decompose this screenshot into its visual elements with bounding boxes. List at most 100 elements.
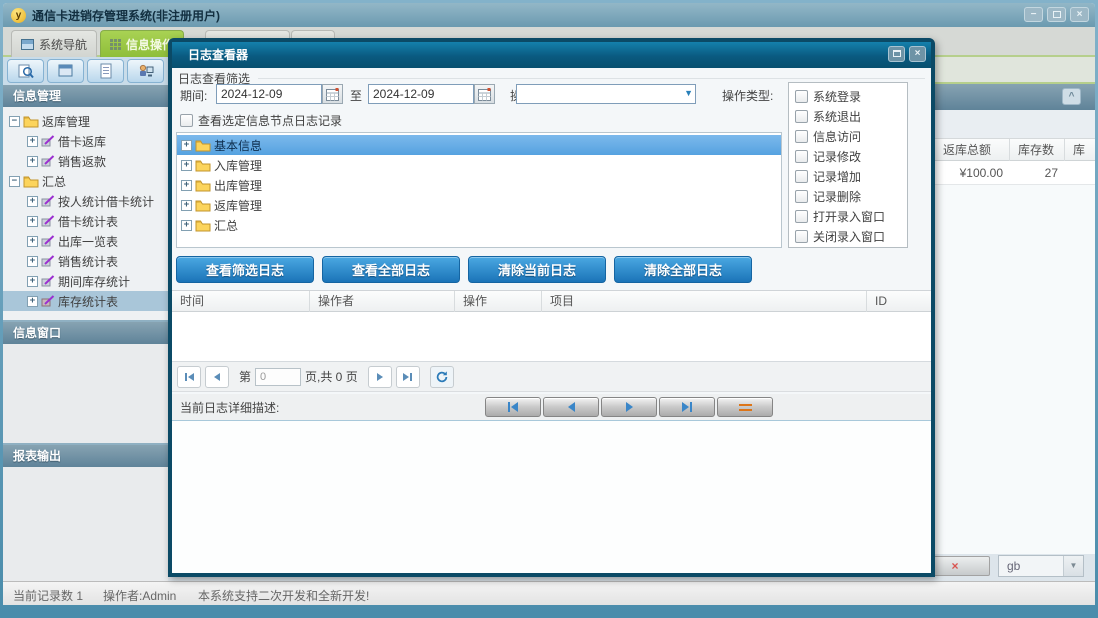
checkbox[interactable] bbox=[180, 114, 193, 127]
folder-icon bbox=[195, 140, 211, 151]
dialog-body: 日志查看筛选 期间: 至 操作者: ▼ 操作类型: 系统登录 系统退出 信息访问… bbox=[172, 68, 931, 573]
record-first-button[interactable] bbox=[485, 397, 541, 417]
expand-node-icon[interactable]: + bbox=[27, 155, 38, 167]
record-equals-button[interactable] bbox=[717, 397, 773, 417]
column-header: 库 bbox=[1073, 143, 1086, 157]
last-page-button[interactable] bbox=[395, 365, 420, 388]
chevron-down-icon[interactable]: ▼ bbox=[1063, 556, 1083, 576]
sidebar-item-summary[interactable]: − 汇总 bbox=[3, 171, 168, 191]
tree-label: 出库一览表 bbox=[58, 234, 119, 249]
expand-node-icon[interactable]: + bbox=[27, 135, 38, 147]
sidebar-item-outbound-list[interactable]: + 出库一览表 bbox=[3, 231, 168, 251]
op-type-option[interactable]: 记录修改 bbox=[795, 146, 907, 166]
node-filter-option[interactable]: 查看选定信息节点日志记录 bbox=[180, 112, 342, 129]
tree-item-basic-info[interactable]: + 基本信息 bbox=[177, 135, 781, 155]
prev-page-button[interactable] bbox=[205, 365, 229, 388]
operator-status: 操作者:Admin bbox=[103, 589, 177, 603]
close-button[interactable]: × bbox=[1070, 7, 1089, 22]
tree-label: 入库管理 bbox=[214, 158, 263, 173]
pager-bar: 第 页,共 0 页 bbox=[172, 362, 931, 392]
op-type-option[interactable]: 记录删除 bbox=[795, 186, 907, 206]
tree-item-summary[interactable]: + 汇总 bbox=[177, 215, 781, 235]
restore-button[interactable] bbox=[1047, 7, 1066, 22]
sidebar-item-card-stats-table[interactable]: + 借卡统计表 bbox=[3, 211, 168, 231]
op-type-option[interactable]: 系统登录 bbox=[795, 86, 907, 106]
expand-node-icon[interactable]: + bbox=[181, 219, 192, 231]
record-prev-button[interactable] bbox=[543, 397, 599, 417]
expand-node-icon[interactable]: + bbox=[27, 195, 38, 207]
tree-item-outbound-mgmt[interactable]: + 出库管理 bbox=[177, 175, 781, 195]
expand-node-icon[interactable]: + bbox=[27, 215, 38, 227]
tree-label: 返库管理 bbox=[214, 198, 263, 213]
sidebar-item-sales-stats[interactable]: + 销售统计表 bbox=[3, 251, 168, 271]
expand-node-icon[interactable]: + bbox=[27, 235, 38, 247]
op-type-option[interactable]: 关闭录入窗口 bbox=[795, 226, 907, 246]
chevron-down-icon[interactable]: ▼ bbox=[684, 88, 693, 98]
checkbox[interactable] bbox=[795, 149, 808, 163]
sidebar-item-card-return[interactable]: + 借卡返库 bbox=[3, 131, 168, 151]
date-from-picker-button[interactable] bbox=[322, 84, 343, 104]
window-icon bbox=[21, 38, 34, 50]
clear-all-logs-button[interactable]: 清除全部日志 bbox=[614, 256, 752, 283]
tree-item-inbound-mgmt[interactable]: + 入库管理 bbox=[177, 155, 781, 175]
column-header: 库存数 bbox=[1010, 139, 1065, 161]
op-type-option[interactable]: 信息访问 bbox=[795, 126, 907, 146]
op-type-option[interactable]: 系统退出 bbox=[795, 106, 907, 126]
checkbox[interactable] bbox=[795, 89, 808, 103]
expand-node-icon[interactable]: + bbox=[181, 199, 192, 211]
first-page-button[interactable] bbox=[177, 365, 201, 388]
operator-combobox[interactable]: ▼ bbox=[516, 84, 696, 104]
tree-label: 销售统计表 bbox=[58, 254, 119, 269]
date-to-picker-button[interactable] bbox=[474, 84, 495, 104]
status-message: 本系统支持二次开发和全新开发! bbox=[198, 589, 370, 603]
expand-node-icon[interactable]: + bbox=[181, 139, 192, 151]
op-type-option-label: 打开录入窗口 bbox=[813, 209, 886, 224]
expand-node-icon[interactable]: + bbox=[27, 295, 38, 307]
date-to-input[interactable] bbox=[368, 84, 474, 104]
collapse-node-icon[interactable]: − bbox=[9, 175, 20, 187]
tab-system-nav[interactable]: 系统导航 bbox=[11, 30, 98, 57]
minimize-button[interactable]: − bbox=[1024, 7, 1043, 22]
window-view-button[interactable] bbox=[47, 59, 84, 83]
preview-search-button[interactable] bbox=[7, 59, 44, 83]
report-document-button[interactable] bbox=[87, 59, 124, 83]
collapse-panel-button[interactable]: ^ bbox=[1062, 88, 1081, 105]
expand-node-icon[interactable]: + bbox=[181, 179, 192, 191]
op-type-option[interactable]: 记录增加 bbox=[795, 166, 907, 186]
collapse-node-icon[interactable]: − bbox=[9, 115, 20, 127]
expand-node-icon[interactable]: + bbox=[27, 255, 38, 267]
checkbox[interactable] bbox=[795, 209, 808, 223]
sidebar-item-return-mgmt[interactable]: − 返库管理 bbox=[3, 111, 168, 131]
checkbox[interactable] bbox=[795, 189, 808, 203]
language-select[interactable]: gb ▼ bbox=[998, 555, 1084, 577]
checkbox[interactable] bbox=[795, 169, 808, 183]
checkbox[interactable] bbox=[795, 229, 808, 243]
checkbox[interactable] bbox=[795, 129, 808, 143]
first-page-icon bbox=[187, 372, 194, 381]
date-from-input[interactable] bbox=[216, 84, 322, 104]
op-type-option-label: 记录增加 bbox=[813, 169, 862, 184]
next-page-button[interactable] bbox=[367, 365, 392, 388]
sidebar-item-period-stock-stats[interactable]: + 期间库存统计 bbox=[3, 271, 168, 291]
clear-current-logs-button[interactable]: 清除当前日志 bbox=[468, 256, 606, 283]
next-page-icon bbox=[376, 372, 383, 381]
sidebar-item-stock-stats-table[interactable]: + 库存统计表 bbox=[3, 291, 168, 311]
operator-log-button[interactable] bbox=[127, 59, 164, 83]
record-next-button[interactable] bbox=[601, 397, 657, 417]
tab-label: 信息操作 bbox=[126, 37, 175, 52]
expand-node-icon[interactable]: + bbox=[27, 275, 38, 287]
view-filtered-logs-button[interactable]: 查看筛选日志 bbox=[176, 256, 314, 283]
record-last-button[interactable] bbox=[659, 397, 715, 417]
column-header-operation: 操作 bbox=[455, 291, 542, 313]
tree-item-return-mgmt[interactable]: + 返库管理 bbox=[177, 195, 781, 215]
dialog-close-button[interactable]: × bbox=[909, 46, 926, 62]
refresh-button[interactable] bbox=[429, 365, 454, 388]
expand-node-icon[interactable]: + bbox=[181, 159, 192, 171]
view-all-logs-button[interactable]: 查看全部日志 bbox=[322, 256, 460, 283]
op-type-option[interactable]: 打开录入窗口 bbox=[795, 206, 907, 226]
sidebar-item-sales-refund[interactable]: + 销售返款 bbox=[3, 151, 168, 171]
dialog-maximize-button[interactable] bbox=[888, 46, 905, 62]
page-number-input[interactable] bbox=[255, 367, 302, 386]
sidebar-item-per-person-card-stats[interactable]: + 按人统计借卡统计 bbox=[3, 191, 168, 211]
checkbox[interactable] bbox=[795, 109, 808, 123]
